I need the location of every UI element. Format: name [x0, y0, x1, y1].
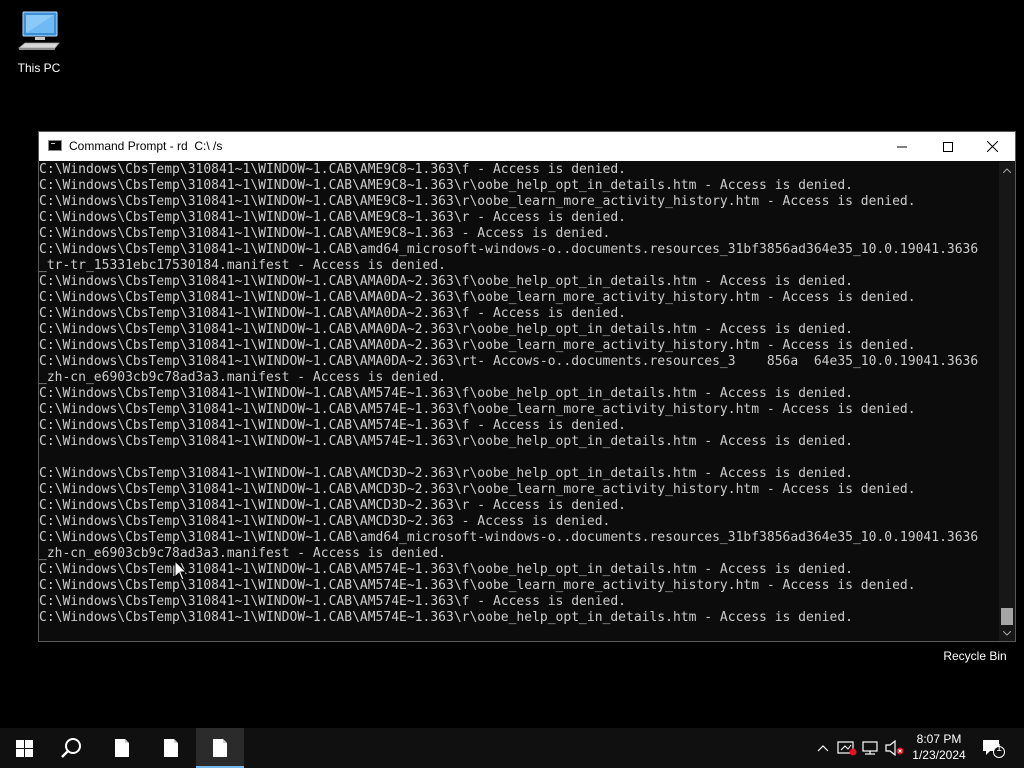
network-tray-button[interactable]	[860, 728, 882, 768]
console-line: C:\Windows\CbsTemp\310841~1\WINDOW~1.CAB…	[39, 466, 853, 481]
console-line: C:\Windows\CbsTemp\310841~1\WINDOW~1.CAB…	[39, 610, 853, 625]
maximize-button[interactable]	[925, 132, 971, 161]
search-button[interactable]	[48, 728, 96, 768]
console-app-icon	[48, 140, 62, 151]
computer-icon	[17, 11, 60, 50]
console-line: C:\Windows\CbsTemp\310841~1\WINDOW~1.CAB…	[39, 178, 853, 193]
notification-count: 1	[996, 743, 1002, 754]
taskbar-app-3-active[interactable]	[196, 728, 244, 768]
scroll-up-button[interactable]	[999, 162, 1015, 178]
security-warning-icon	[837, 741, 857, 756]
vertical-scrollbar[interactable]	[999, 162, 1015, 641]
chevron-down-icon	[1003, 630, 1011, 636]
console-line: C:\Windows\CbsTemp\310841~1\WINDOW~1.CAB…	[39, 338, 916, 353]
console-line: C:\Windows\CbsTemp\310841~1\WINDOW~1.CAB…	[39, 210, 626, 225]
console-line: C:\Windows\CbsTemp\310841~1\WINDOW~1.CAB…	[39, 386, 853, 401]
document-icon	[115, 739, 129, 757]
clock-time: 8:07 PM	[916, 732, 962, 746]
console-line: C:\Windows\CbsTemp\310841~1\WINDOW~1.CAB…	[39, 498, 626, 513]
scroll-down-button[interactable]	[999, 625, 1015, 641]
window-titlebar[interactable]: Command Prompt - rd C:\ /s	[39, 132, 1015, 161]
console-line: C:\Windows\CbsTemp\310841~1\WINDOW~1.CAB…	[39, 290, 916, 305]
console-line: C:\Windows\CbsTemp\310841~1\WINDOW~1.CAB…	[39, 226, 611, 241]
taskbar-app-1[interactable]	[98, 728, 146, 768]
document-icon	[164, 739, 178, 757]
console-line: C:\Windows\CbsTemp\310841~1\WINDOW~1.CAB…	[39, 354, 979, 369]
taskbar-app-2[interactable]	[147, 728, 195, 768]
console-line: C:\Windows\CbsTemp\310841~1\WINDOW~1.CAB…	[39, 194, 916, 209]
volume-tray-button[interactable]	[884, 728, 906, 768]
network-icon	[862, 741, 878, 755]
show-hidden-icons-button[interactable]	[814, 728, 832, 768]
recycle-bin-label: Recycle Bin	[943, 649, 1007, 663]
console-line: _zh-cn_e6903cb9c78ad3a3.manifest - Acces…	[39, 370, 446, 385]
minimize-icon	[897, 146, 907, 147]
console-line: C:\Windows\CbsTemp\310841~1\WINDOW~1.CAB…	[39, 594, 626, 609]
clock-date: 1/23/2024	[912, 748, 966, 762]
console-line: C:\Windows\CbsTemp\310841~1\WINDOW~1.CAB…	[39, 274, 853, 289]
desktop: This PC Recycle Bin Command Prompt - rd …	[0, 0, 1024, 768]
start-button[interactable]	[0, 728, 48, 768]
console-line: C:\Windows\CbsTemp\310841~1\WINDOW~1.CAB…	[39, 482, 916, 497]
minimize-button[interactable]	[879, 132, 925, 161]
windows-logo-icon	[15, 739, 33, 757]
console-line: C:\Windows\CbsTemp\310841~1\WINDOW~1.CAB…	[39, 322, 853, 337]
console-line: C:\Windows\CbsTemp\310841~1\WINDOW~1.CAB…	[39, 402, 916, 417]
console-line: C:\Windows\CbsTemp\310841~1\WINDOW~1.CAB…	[39, 162, 626, 177]
this-pc-label: This PC	[17, 61, 61, 75]
close-icon	[986, 141, 998, 152]
console-line: C:\Windows\CbsTemp\310841~1\WINDOW~1.CAB…	[39, 514, 611, 529]
mouse-cursor-icon	[174, 560, 188, 581]
volume-muted-icon	[885, 740, 904, 756]
console-line: C:\Windows\CbsTemp\310841~1\WINDOW~1.CAB…	[39, 306, 626, 321]
scrollbar-thumb[interactable]	[1001, 608, 1013, 625]
console-line: C:\Windows\CbsTemp\310841~1\WINDOW~1.CAB…	[39, 418, 626, 433]
window-title: Command Prompt - rd C:\ /s	[69, 139, 223, 153]
security-tray-button[interactable]	[836, 728, 858, 768]
document-icon	[213, 739, 227, 757]
chevron-up-icon	[1003, 167, 1011, 173]
console-line: C:\Windows\CbsTemp\310841~1\WINDOW~1.CAB…	[39, 242, 979, 257]
taskbar: 8:07 PM 1/23/2024 1	[0, 728, 1024, 768]
console-line: _tr-tr_15331ebc17530184.manifest - Acces…	[39, 258, 446, 273]
maximize-icon	[943, 141, 953, 152]
console-line: C:\Windows\CbsTemp\310841~1\WINDOW~1.CAB…	[39, 530, 979, 545]
this-pc-shortcut[interactable]: This PC	[1, 10, 77, 75]
search-icon	[61, 738, 81, 758]
close-button[interactable]	[969, 132, 1015, 161]
chevron-up-icon	[817, 744, 829, 751]
clock[interactable]: 8:07 PM 1/23/2024	[904, 731, 974, 763]
console-line: C:\Windows\CbsTemp\310841~1\WINDOW~1.CAB…	[39, 434, 853, 449]
action-center-button[interactable]: 1	[980, 728, 1006, 768]
